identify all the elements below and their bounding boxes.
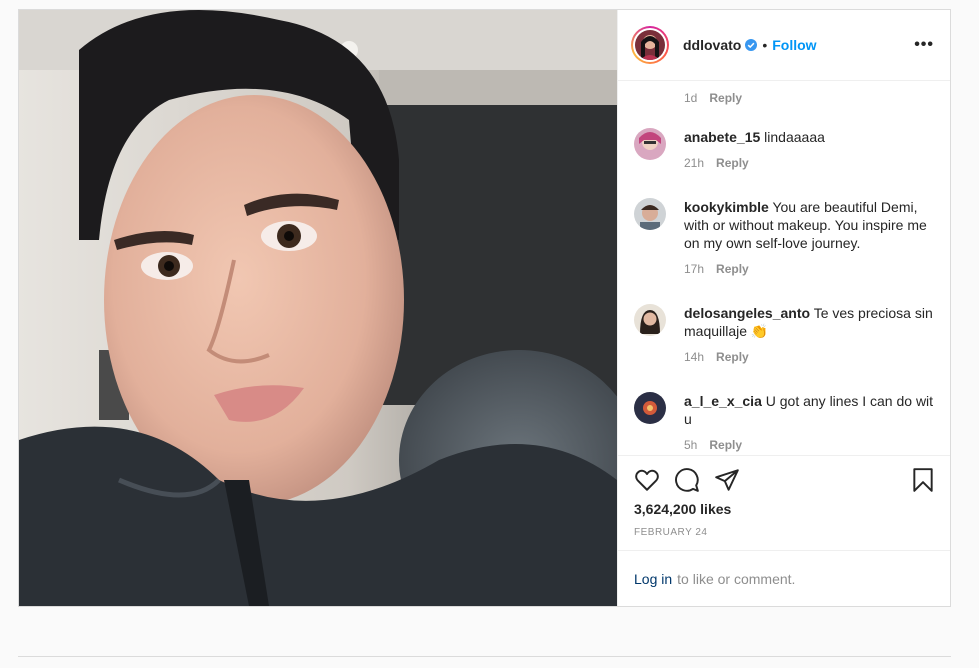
login-text: to like or comment. [677, 570, 796, 587]
comment-username[interactable]: a_l_e_x_cia [684, 393, 762, 409]
comment-text-line: anabete_15 lindaaaaa [684, 128, 825, 146]
reply-button[interactable]: Reply [716, 154, 749, 172]
commenter-avatar[interactable] [634, 392, 666, 424]
comment-time: 5h [684, 438, 698, 452]
reply-button[interactable]: Reply [709, 436, 742, 454]
comment-text-line: delosangeles_anto Te ves preciosa sin ma… [684, 304, 934, 340]
post-card: ddlovato • Follow ••• 1d Reply anabete_1… [18, 9, 951, 607]
footer-divider [18, 656, 951, 657]
comments-list[interactable]: 1d Reply anabete_15 lindaaaaa 21h Reply [618, 81, 950, 455]
comment-meta: 1d Reply [684, 91, 742, 105]
comment-username[interactable]: anabete_15 [684, 129, 760, 145]
comment-username[interactable]: delosangeles_anto [684, 305, 810, 321]
comment-meta: 21h Reply [684, 154, 825, 172]
share-icon[interactable] [714, 467, 740, 493]
likes-count[interactable]: 3,624,200 likes [634, 501, 936, 517]
comment-item: anabete_15 lindaaaaa 21h Reply [634, 128, 934, 172]
post-date: FEBRUARY 24 [634, 527, 708, 538]
comment-text-line: kookykimble You are beautiful Demi, with… [684, 198, 934, 252]
more-options-icon[interactable]: ••• [914, 36, 934, 54]
reply-button[interactable]: Reply [709, 91, 742, 105]
bookmark-icon[interactable] [910, 467, 936, 493]
commenter-avatar[interactable] [634, 128, 666, 160]
comment-time: 1d [684, 91, 698, 105]
comment-item: delosangeles_anto Te ves preciosa sin ma… [634, 304, 934, 366]
commenter-avatar[interactable] [634, 304, 666, 336]
comment-username[interactable]: kookykimble [684, 199, 769, 215]
follow-button[interactable]: Follow [772, 37, 816, 53]
username-link[interactable]: ddlovato [683, 37, 741, 53]
separator-dot: • [762, 37, 768, 53]
post-actions: 3,624,200 likes FEBRUARY 24 [618, 455, 950, 550]
comment-meta: 5h Reply [684, 436, 934, 454]
avatar-photo-icon [635, 30, 665, 60]
commenter-avatar[interactable] [634, 198, 666, 230]
action-icons [634, 456, 936, 504]
post-photo[interactable] [19, 10, 617, 606]
login-prompt: Log in to like or comment. [618, 550, 950, 606]
comment-text: lindaaaaa [764, 129, 825, 145]
comment-time: 14h [684, 350, 705, 364]
verified-badge-icon [745, 39, 758, 51]
comment-meta: 14h Reply [684, 348, 934, 366]
reply-button[interactable]: Reply [716, 348, 749, 366]
post-sidebar: ddlovato • Follow ••• 1d Reply anabete_1… [617, 10, 950, 606]
profile-avatar[interactable] [631, 26, 669, 64]
comment-time: 17h [684, 262, 705, 276]
heart-icon[interactable] [634, 467, 660, 493]
comment-icon[interactable] [674, 467, 700, 493]
comment-text-line: a_l_e_x_cia U got any lines I can do wit… [684, 392, 934, 428]
reply-button[interactable]: Reply [716, 260, 749, 278]
comment-time: 21h [684, 156, 705, 170]
comment-meta: 17h Reply [684, 260, 934, 278]
post-header: ddlovato • Follow ••• [618, 10, 950, 81]
login-link[interactable]: Log in [634, 571, 672, 587]
comment-item: a_l_e_x_cia U got any lines I can do wit… [634, 392, 934, 454]
selfie-image [19, 10, 617, 606]
comment-item: kookykimble You are beautiful Demi, with… [634, 198, 934, 278]
